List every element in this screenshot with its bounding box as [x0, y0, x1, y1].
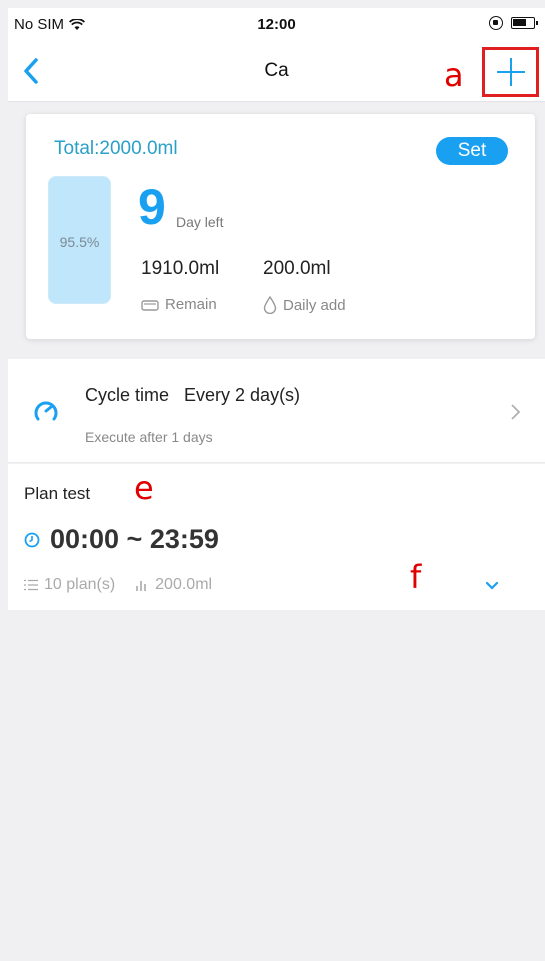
remain-value: 1910.0ml	[141, 258, 220, 279]
page-title: Ca	[264, 60, 289, 81]
bar-chart-icon	[136, 581, 146, 591]
status-time: 12:00	[257, 16, 296, 33]
set-button[interactable]: Set	[436, 137, 508, 165]
daily-add-label-group: Daily add	[263, 296, 346, 314]
annotation-label-e: e	[134, 469, 154, 507]
cycle-time-subtitle: Execute after 1 days	[85, 429, 213, 445]
battery-icon	[511, 17, 538, 29]
tank-percent: 95.5%	[59, 234, 100, 250]
plus-icon	[496, 58, 525, 86]
total-volume: Total:2000.0ml	[54, 138, 178, 159]
annotation-label-f: f	[410, 558, 422, 596]
add-button[interactable]	[482, 47, 539, 97]
app-screen: No SIM 12:00 Ca a Total:2000.0ml Set 95.…	[8, 8, 545, 961]
plan-meta: 10 plan(s) 200.0ml	[24, 576, 212, 594]
chevron-right-icon	[511, 404, 521, 420]
plan-section: Plan test e 00:00 ~ 23:59 f 10 plan(s) 2…	[8, 464, 545, 610]
dosing-summary-card: Total:2000.0ml Set 95.5% 9 Day left 1910…	[26, 114, 535, 339]
cycle-time-title: Cycle time Every 2 day(s)	[85, 385, 301, 405]
chevron-down-icon[interactable]	[484, 580, 500, 592]
daily-add-value: 200.0ml	[263, 258, 331, 279]
list-icon	[24, 579, 38, 591]
rotation-lock-icon	[489, 16, 503, 30]
nav-bar: Ca a	[8, 42, 545, 102]
plan-time-row: 00:00 ~ 23:59	[24, 524, 219, 555]
water-drop-icon	[263, 296, 277, 314]
tank-level-indicator: 95.5%	[48, 176, 111, 304]
cycle-time-row[interactable]: Cycle time Every 2 day(s) Execute after …	[8, 359, 545, 463]
clock-icon	[24, 532, 40, 547]
timer-icon	[34, 401, 58, 421]
days-left-label: Day left	[176, 214, 224, 230]
plan-title: Plan test	[24, 484, 91, 503]
status-right-icons	[489, 16, 538, 30]
plan-count: 10 plan(s)	[44, 576, 116, 593]
remain-label-group: Remain	[141, 296, 217, 313]
remain-label: Remain	[165, 296, 217, 313]
plan-time-range: 00:00 ~ 23:59	[50, 524, 219, 554]
annotation-label-a: a	[444, 56, 464, 94]
daily-add-label: Daily add	[283, 296, 346, 314]
status-bar: No SIM 12:00	[8, 8, 545, 42]
container-icon	[141, 299, 159, 311]
plan-volume: 200.0ml	[155, 576, 213, 593]
days-left-value: 9	[138, 179, 166, 235]
